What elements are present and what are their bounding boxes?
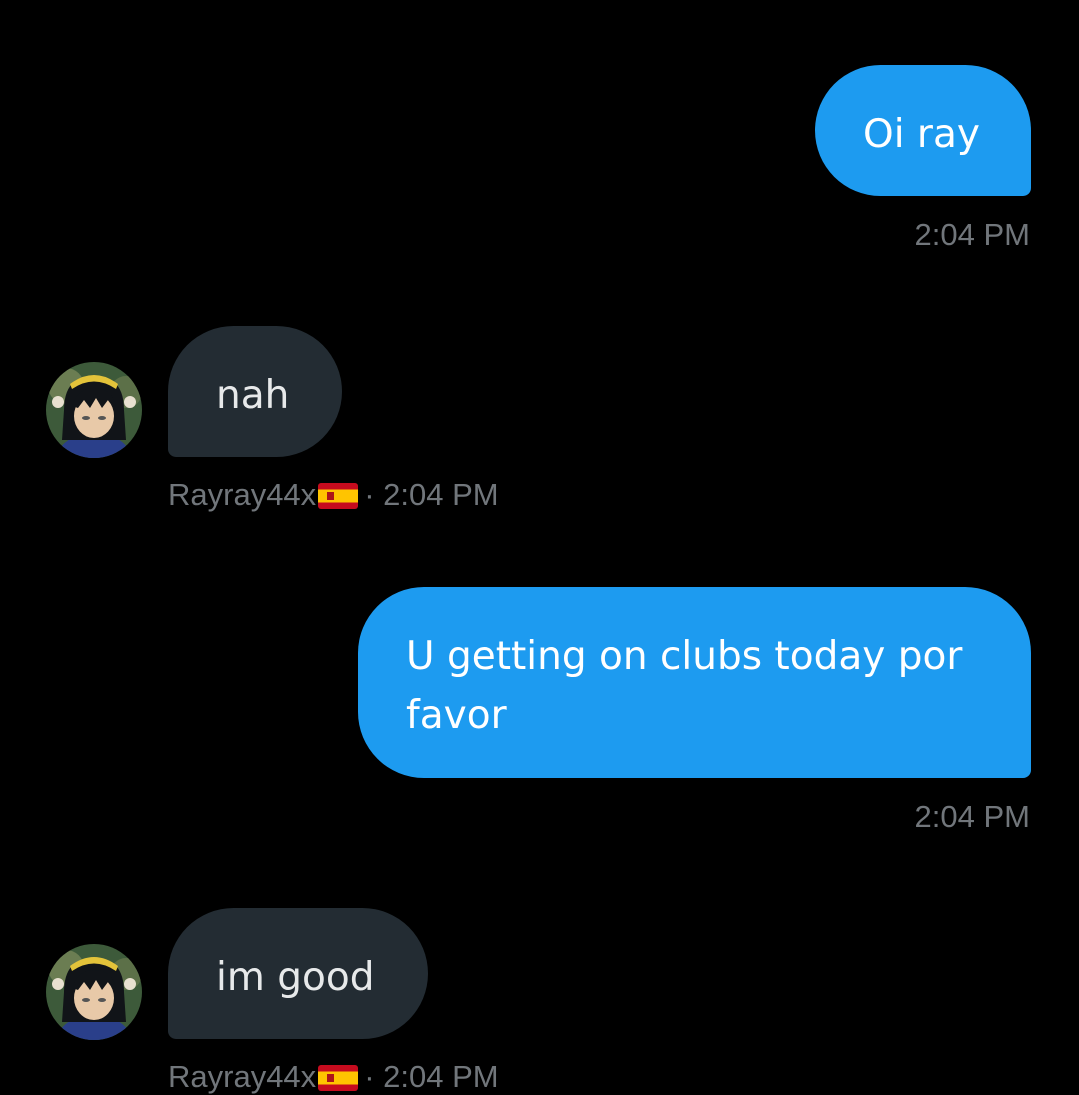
- message-bubble-received[interactable]: im good: [168, 908, 428, 1039]
- meta-separator: ·: [364, 477, 375, 512]
- sender-name[interactable]: Rayray44x: [168, 477, 316, 512]
- message-text: nah: [216, 373, 290, 418]
- avatar[interactable]: [46, 362, 142, 458]
- spain-flag-icon: [318, 1065, 359, 1091]
- message-timestamp: 2:04 PM: [383, 1059, 499, 1094]
- message-timestamp: 2:04 PM: [914, 217, 1030, 252]
- spain-flag-icon: [318, 483, 359, 509]
- avatar-image: [46, 944, 142, 1040]
- avatar-image: [46, 362, 142, 458]
- message-meta: Rayray44x · 2:04 PM: [168, 1059, 499, 1095]
- message-text: U getting on clubs today por favor: [406, 634, 963, 738]
- message-timestamp: 2:04 PM: [383, 477, 499, 512]
- message-text: im good: [216, 955, 375, 1000]
- message-bubble-received[interactable]: nah: [168, 326, 342, 457]
- sender-name[interactable]: Rayray44x: [168, 1059, 316, 1094]
- message-bubble-sent[interactable]: Oi ray: [815, 65, 1031, 196]
- message-text: Oi ray: [863, 112, 980, 157]
- message-bubble-sent[interactable]: U getting on clubs today por favor: [358, 587, 1031, 778]
- meta-separator: ·: [364, 1059, 375, 1094]
- avatar[interactable]: [46, 944, 142, 1040]
- message-meta: Rayray44x · 2:04 PM: [168, 477, 499, 513]
- message-timestamp: 2:04 PM: [914, 799, 1030, 834]
